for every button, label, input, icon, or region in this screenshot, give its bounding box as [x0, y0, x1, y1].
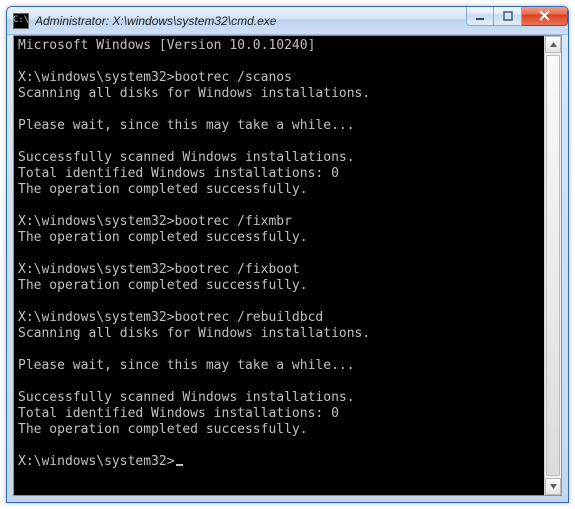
terminal-line: Scanning all disks for Windows installat…	[18, 326, 540, 342]
cmd-icon: C:\	[13, 13, 29, 29]
terminal-line: Microsoft Windows [Version 10.0.10240]	[18, 38, 540, 54]
scroll-thumb[interactable]	[546, 55, 560, 476]
terminal-line	[18, 342, 540, 358]
cmd-window: C:\ Administrator: X:\windows\system32\c…	[6, 6, 569, 503]
titlebar[interactable]: C:\ Administrator: X:\windows\system32\c…	[7, 7, 568, 35]
terminal-line: Total identified Windows installations: …	[18, 166, 540, 182]
terminal-line	[18, 246, 540, 262]
terminal-line: X:\windows\system32>bootrec /fixmbr	[18, 214, 540, 230]
terminal-line	[18, 294, 540, 310]
terminal-line	[18, 102, 540, 118]
terminal-line: Please wait, since this may take a while…	[18, 358, 540, 374]
terminal-output[interactable]: Microsoft Windows [Version 10.0.10240] X:…	[14, 36, 544, 495]
window-controls	[466, 7, 568, 34]
terminal-line: The operation completed successfully.	[18, 182, 540, 198]
cursor-icon	[176, 464, 183, 466]
window-title: Administrator: X:\windows\system32\cmd.e…	[35, 14, 466, 28]
terminal-line	[18, 438, 540, 454]
terminal-prompt-line[interactable]: X:\windows\system32>	[18, 454, 540, 470]
terminal-line: The operation completed successfully.	[18, 230, 540, 246]
terminal-line: Total identified Windows installations: …	[18, 406, 540, 422]
terminal-line	[18, 198, 540, 214]
scroll-down-button[interactable]	[545, 478, 561, 495]
terminal-line	[18, 374, 540, 390]
maximize-button[interactable]	[494, 6, 522, 26]
terminal-line: Please wait, since this may take a while…	[18, 118, 540, 134]
scroll-track[interactable]	[545, 53, 561, 478]
terminal-line: Successfully scanned Windows installatio…	[18, 150, 540, 166]
terminal-prompt: X:\windows\system32>	[18, 454, 175, 469]
terminal-line: X:\windows\system32>bootrec /scanos	[18, 70, 540, 86]
terminal-line: The operation completed successfully.	[18, 278, 540, 294]
terminal-line	[18, 54, 540, 70]
terminal-line: Scanning all disks for Windows installat…	[18, 86, 540, 102]
vertical-scrollbar[interactable]	[544, 36, 561, 495]
terminal-line	[18, 134, 540, 150]
scroll-up-button[interactable]	[545, 36, 561, 53]
terminal-line: X:\windows\system32>bootrec /rebuildbcd	[18, 310, 540, 326]
minimize-button[interactable]	[466, 6, 494, 26]
terminal-line: The operation completed successfully.	[18, 422, 540, 438]
close-button[interactable]	[522, 6, 568, 26]
client-area: Microsoft Windows [Version 10.0.10240] X:…	[13, 35, 562, 496]
terminal-line: X:\windows\system32>bootrec /fixboot	[18, 262, 540, 278]
terminal-line: Successfully scanned Windows installatio…	[18, 390, 540, 406]
